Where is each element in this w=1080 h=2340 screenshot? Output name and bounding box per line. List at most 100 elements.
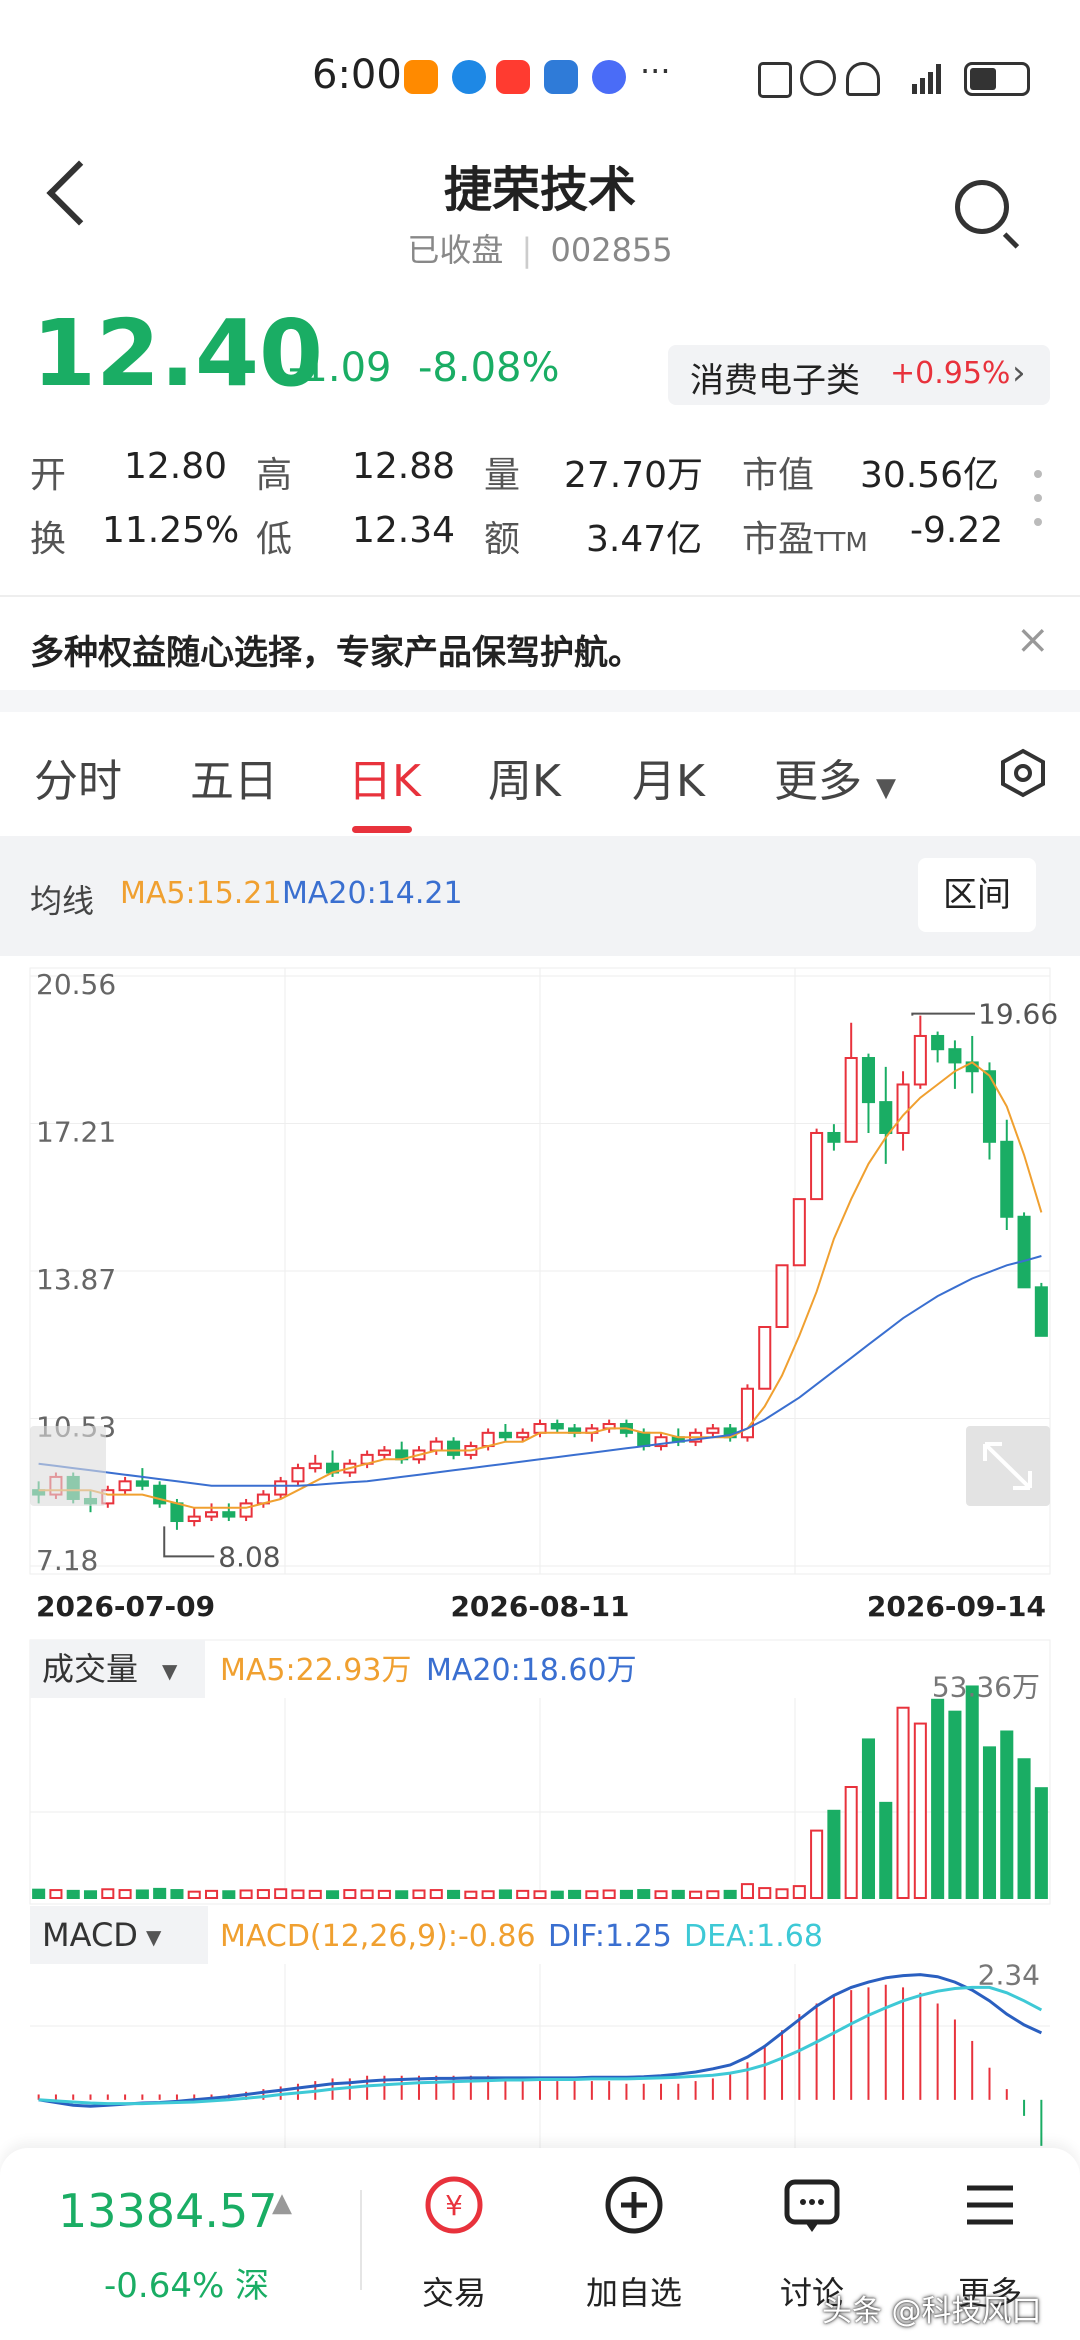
candle-body — [291, 1467, 305, 1483]
volume-bar — [740, 1883, 754, 1899]
tab-more-label: 更多 — [774, 756, 862, 807]
stock-status-line: 已收盘 | 002855 — [407, 231, 673, 269]
candle-body — [1017, 1215, 1031, 1289]
volume-value: 27.70万 — [564, 455, 704, 496]
tab-five-day[interactable]: 五日 — [190, 745, 278, 809]
caret-down-icon: ▼ — [146, 1925, 162, 1949]
chat-notification-icon — [544, 60, 578, 94]
more-button[interactable]: 更多 — [920, 2170, 1060, 2312]
volume-bar — [1034, 1787, 1048, 1899]
price-tick-label: 13.87 — [36, 1263, 116, 1296]
candle-body — [447, 1440, 461, 1456]
add-watchlist-button[interactable]: 加自选 — [564, 2170, 704, 2312]
promo-text: 多种权益随心选择，专家产品保驾护航。 — [30, 633, 642, 673]
volume-bar — [395, 1890, 409, 1900]
tab-monthly-k[interactable]: 月K — [632, 745, 705, 809]
pe-value: -9.22 — [910, 510, 1004, 551]
section-gap — [0, 690, 1080, 712]
index-change-line: -0.64% 深 — [104, 2258, 269, 2307]
candle-body — [637, 1431, 651, 1448]
volume-bar — [135, 1889, 149, 1899]
candle-body — [239, 1502, 253, 1518]
candle-body — [187, 1515, 201, 1523]
candle-body — [135, 1480, 149, 1487]
candle-body — [827, 1131, 841, 1143]
volume-bar — [49, 1889, 63, 1899]
volume-bar — [533, 1890, 547, 1900]
sector-change: +0.95% — [890, 356, 1011, 391]
volume-bar — [256, 1889, 270, 1899]
tab-weekly-k[interactable]: 周K — [488, 745, 561, 809]
amount-label: 额 — [484, 519, 521, 560]
sector-chip[interactable]: 消费电子类 +0.95% › — [668, 345, 1050, 405]
close-icon[interactable]: × — [1016, 617, 1050, 663]
mktcap-label: 市值 — [742, 455, 815, 496]
volume-bar — [550, 1890, 564, 1900]
date-label-start: 2026-07-09 — [36, 1590, 215, 1623]
music-notification-icon — [592, 60, 626, 94]
volume-bar — [1017, 1758, 1031, 1899]
volume-bar — [360, 1889, 374, 1899]
index-triangle-icon: ▲ — [272, 2188, 292, 2218]
candle-body — [118, 1480, 132, 1492]
volume-label: 量 — [484, 455, 521, 496]
volume-bar — [118, 1889, 132, 1899]
date-label-mid: 2026-08-11 — [450, 1590, 629, 1623]
index-change: -0.64% — [104, 2266, 225, 2306]
current-price: 12.40 — [32, 300, 324, 407]
macd-max-label: 2.34 — [978, 1959, 1040, 1992]
candle-body — [429, 1440, 443, 1452]
candle-body — [913, 1034, 927, 1086]
dock-divider — [360, 2190, 362, 2290]
menu-icon — [967, 2185, 1013, 2225]
price-tick-label: 17.21 — [36, 1116, 116, 1149]
kline-chart[interactable]: 20.5617.2113.8710.537.1819.668.082026-07… — [0, 956, 1080, 2148]
candle-body — [170, 1502, 184, 1523]
pe-label-text: 市盈 — [742, 519, 815, 560]
trade-button[interactable]: ¥ 交易 — [384, 2170, 524, 2312]
discuss-button[interactable]: 讨论 — [742, 2170, 882, 2312]
volume-bar — [153, 1887, 167, 1899]
caret-down-icon: ▼ — [876, 773, 896, 803]
nfc-icon — [758, 62, 792, 98]
settings-hexagon-icon[interactable] — [998, 748, 1048, 798]
collapse-side-icon — [30, 1426, 106, 1506]
candle-body — [274, 1480, 288, 1496]
candle-body — [844, 1057, 858, 1143]
tab-intraday[interactable]: 分时 — [34, 745, 122, 809]
more-stats-icon[interactable] — [1034, 470, 1044, 540]
add-watchlist-label: 加自选 — [585, 2274, 682, 2312]
candle-body — [861, 1057, 876, 1104]
volume-bar — [671, 1889, 685, 1899]
high-label: 高 — [256, 455, 293, 496]
turnover-label: 换 — [30, 519, 67, 560]
candle-body — [775, 1264, 789, 1329]
volume-bar — [343, 1889, 357, 1899]
tab-daily-k[interactable]: 日K — [348, 745, 421, 809]
price-change: -1.09 — [288, 345, 392, 391]
volume-bar — [412, 1889, 426, 1899]
index-value[interactable]: 13384.57 — [58, 2184, 278, 2238]
volume-bar — [758, 1887, 772, 1900]
volume-bar — [568, 1889, 582, 1899]
candle-body — [810, 1131, 824, 1201]
volume-selector-label: 成交量 — [42, 1650, 138, 1688]
sector-name: 消费电子类 — [690, 361, 860, 401]
status-time: 6:00 — [312, 52, 402, 98]
volume-bar — [83, 1890, 98, 1900]
volume-bar — [585, 1890, 599, 1900]
candle-body — [758, 1326, 772, 1390]
volume-bar — [377, 1889, 391, 1899]
candle-body — [896, 1083, 910, 1134]
interval-button[interactable]: 区间 — [918, 858, 1036, 932]
search-icon[interactable] — [955, 180, 1009, 234]
tab-more[interactable]: 更多 ▼ — [774, 745, 896, 809]
volume-bar — [308, 1889, 322, 1899]
macd-value: MACD(12,26,9):-0.86 — [220, 1919, 536, 1954]
promo-banner[interactable]: 多种权益随心选择，专家产品保驾护航。 × — [0, 595, 1080, 694]
mktcap-value: 30.56亿 — [860, 455, 1000, 496]
candle-body — [931, 1034, 945, 1051]
pe-label: 市盈TTM — [742, 510, 868, 562]
price-tick-label: 20.56 — [36, 968, 116, 1001]
volume-bar — [619, 1889, 633, 1899]
